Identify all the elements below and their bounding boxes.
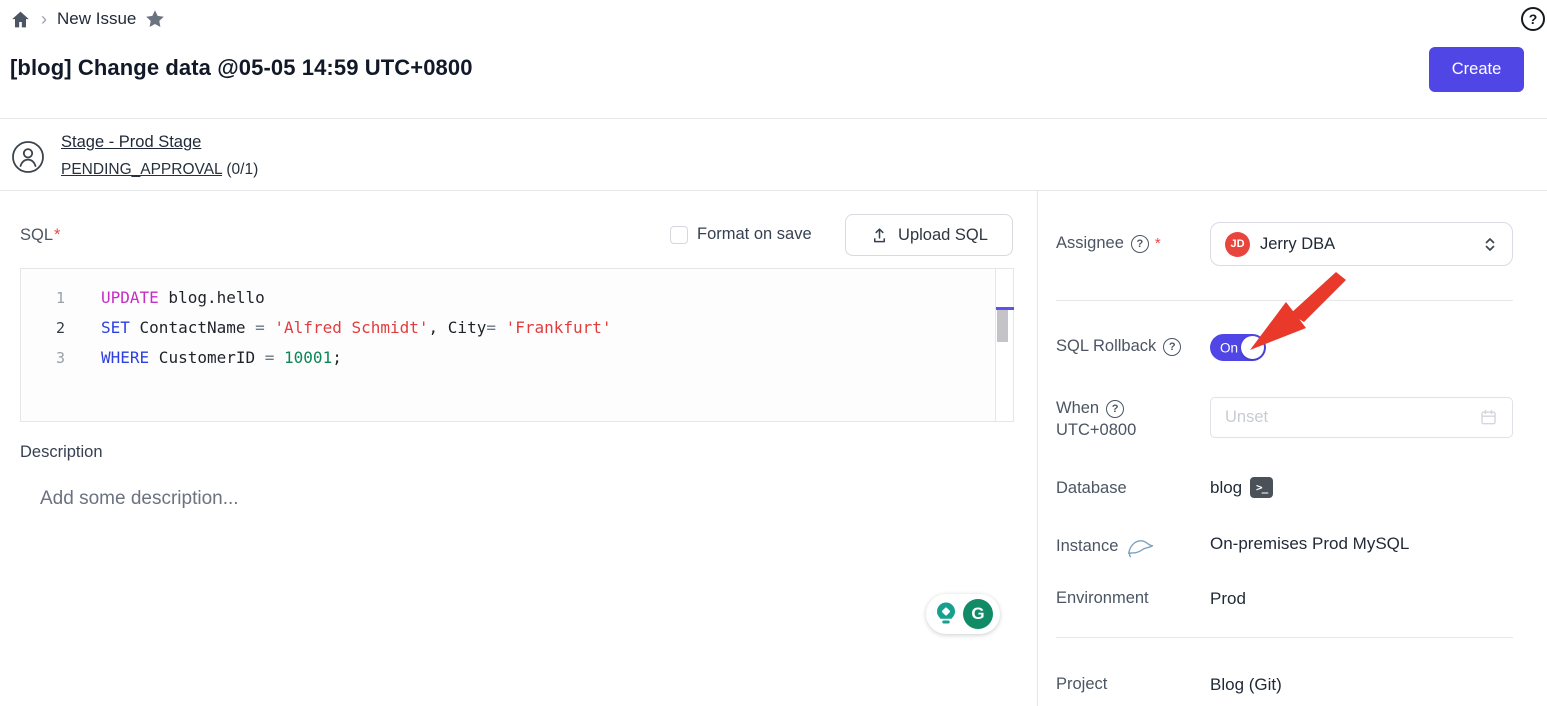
assignee-label: Assignee ? * <box>1056 234 1161 253</box>
format-on-save-checkbox[interactable] <box>670 226 688 244</box>
description-label: Description <box>20 443 103 462</box>
create-button[interactable]: Create <box>1429 47 1524 92</box>
sql-editor[interactable]: 1 2 3 UPDATE blog.hello SET ContactName … <box>20 268 1014 422</box>
new-issue-page: › New Issue ? [blog] Change data @05-05 … <box>0 0 1547 706</box>
page-title: [blog] Change data @05-05 14:59 UTC+0800 <box>10 55 473 81</box>
required-mark: * <box>1155 235 1161 252</box>
chevron-updown-icon <box>1482 236 1498 253</box>
code-line: UPDATE blog.hello <box>101 283 993 313</box>
assignee-value: Jerry DBA <box>1260 235 1472 254</box>
sql-rollback-label: SQL Rollback ? <box>1056 337 1181 356</box>
environment-value: Prod <box>1210 589 1246 609</box>
divider <box>1056 300 1513 301</box>
instance-label: Instance <box>1056 534 1155 559</box>
grammarly-widget: G <box>926 594 1000 634</box>
grammarly-lightbulb-icon[interactable] <box>933 601 959 628</box>
home-icon[interactable] <box>10 9 31 30</box>
assignee-avatar: JD <box>1225 232 1250 257</box>
database-label: Database <box>1056 479 1127 498</box>
instance-value: On-premises Prod MySQL <box>1210 534 1409 554</box>
toggle-knob <box>1241 336 1264 359</box>
mysql-dolphin-icon <box>1125 534 1155 559</box>
upload-sql-button[interactable]: Upload SQL <box>845 214 1013 256</box>
when-label: When? UTC+0800 <box>1056 399 1136 440</box>
when-placeholder: Unset <box>1225 408 1479 427</box>
stage-link[interactable]: Stage - Prod Stage <box>61 133 201 152</box>
sql-rollback-toggle[interactable]: On <box>1210 334 1266 361</box>
description-placeholder: Add some description... <box>40 488 239 510</box>
description-input[interactable]: Add some description... <box>20 468 1014 678</box>
format-on-save-label: Format on save <box>697 225 812 244</box>
code-line: SET ContactName = 'Alfred Schmidt', City… <box>101 313 993 343</box>
help-icon[interactable]: ? <box>1521 7 1545 31</box>
upload-icon <box>870 226 889 245</box>
project-value: Blog (Git) <box>1210 675 1282 695</box>
editor-line-numbers: 1 2 3 <box>21 283 65 373</box>
divider <box>0 190 1547 191</box>
breadcrumb-page-label: New Issue <box>57 9 136 29</box>
divider <box>1037 190 1038 706</box>
editor-scrollbar <box>995 269 1013 421</box>
question-icon[interactable]: ? <box>1163 338 1181 356</box>
stage-avatar-icon <box>11 140 45 174</box>
divider <box>1056 637 1513 638</box>
stage-progress: (0/1) <box>222 161 258 178</box>
grammarly-g-icon[interactable]: G <box>963 599 993 629</box>
when-datepicker[interactable]: Unset <box>1210 397 1513 438</box>
sql-section-label: SQL* <box>20 226 60 245</box>
breadcrumb: › New Issue <box>10 5 166 33</box>
environment-label: Environment <box>1056 589 1149 608</box>
sql-editor-link-icon[interactable]: >_ <box>1250 477 1273 498</box>
code-line: WHERE CustomerID = 10001; <box>101 343 993 373</box>
stage-status: PENDING_APPROVAL (0/1) <box>61 161 258 179</box>
assignee-select[interactable]: JD Jerry DBA <box>1210 222 1513 266</box>
required-mark: * <box>54 226 60 244</box>
stage-status-link[interactable]: PENDING_APPROVAL <box>61 161 222 178</box>
editor-scrollbar-thumb[interactable] <box>997 310 1008 342</box>
calendar-icon <box>1479 408 1498 427</box>
project-label: Project <box>1056 675 1107 694</box>
question-icon[interactable]: ? <box>1131 235 1149 253</box>
editor-code: UPDATE blog.hello SET ContactName = 'Alf… <box>101 283 993 373</box>
divider <box>0 118 1547 119</box>
star-icon[interactable] <box>144 8 166 30</box>
database-value: blog >_ <box>1210 477 1273 498</box>
chevron-right-icon: › <box>39 10 49 28</box>
toggle-state-label: On <box>1220 340 1238 355</box>
question-icon[interactable]: ? <box>1106 400 1124 418</box>
when-timezone: UTC+0800 <box>1056 421 1136 440</box>
